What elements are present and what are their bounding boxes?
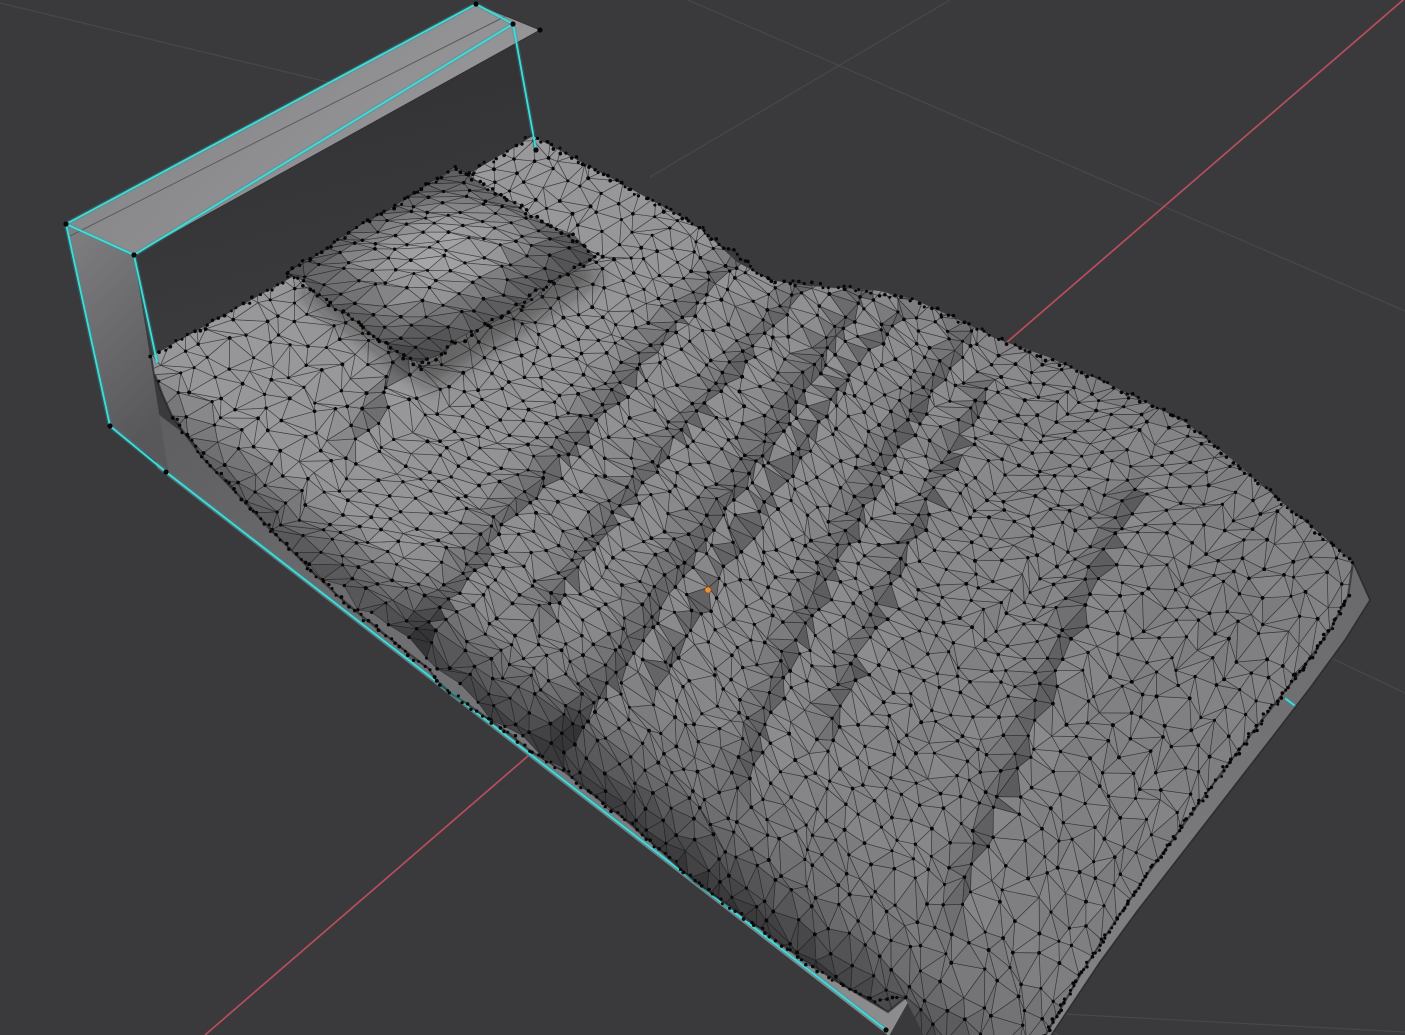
viewport-3d[interactable] — [0, 0, 1405, 1035]
scene-svg — [0, 0, 1405, 1035]
object-origin-icon — [705, 587, 711, 593]
